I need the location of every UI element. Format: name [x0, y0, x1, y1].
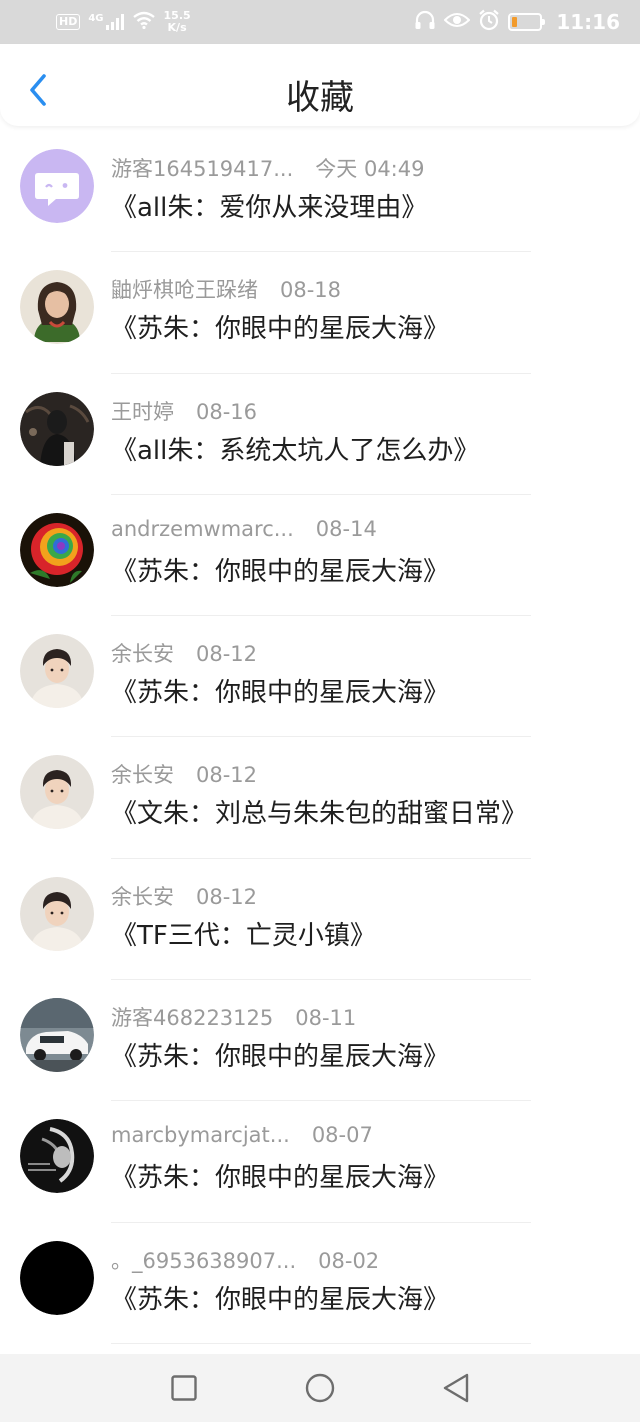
item-date: 08-18 [280, 278, 342, 303]
back-icon [443, 1373, 469, 1403]
battery-icon [508, 13, 546, 31]
author-name: 鼬烀棋呛王跺绪 [111, 278, 258, 303]
item-meta: 王时婷 08-16 [111, 396, 257, 426]
network-speed: 15.5 K/s [164, 10, 191, 34]
item-meta: 游客468223125 08-11 [111, 1002, 356, 1032]
item-title: 《TF三代：亡灵小镇》 [111, 920, 376, 951]
system-nav-bar [0, 1354, 640, 1422]
item-meta: 余长安 08-12 [111, 638, 257, 668]
avatar[interactable] [20, 391, 94, 466]
item-date: 08-07 [311, 1123, 373, 1148]
author-name: 余长安 [111, 884, 174, 909]
network-type: 4G [88, 13, 104, 24]
avatar[interactable] [20, 149, 94, 223]
list-item[interactable]: 余长安 08-12 《TF三代：亡灵小镇》 [0, 859, 640, 981]
status-right: 11:16 [414, 9, 620, 35]
list-item[interactable]: 游客164519417... 今天 04:49 《all朱：爱你从来没理由》 [0, 131, 640, 253]
item-date: 08-14 [315, 516, 377, 541]
item-title: 《苏朱：你眼中的星辰大海》 [111, 1042, 450, 1073]
avatar[interactable] [20, 998, 94, 1073]
item-date: 08-12 [196, 642, 258, 667]
author-name: andrzemwmarc... [111, 516, 294, 541]
list-item[interactable]: 余长安 08-12 《文朱：刘总与朱朱包的甜蜜日常》 [0, 737, 640, 859]
author-name: marcbymarcjat... [111, 1123, 290, 1148]
avatar[interactable] [20, 512, 94, 587]
item-title: 《苏朱：你眼中的星辰大海》 [111, 678, 450, 709]
author-name: 余长安 [111, 642, 174, 667]
list-item[interactable]: 王时婷 08-16 《all朱：系统太坑人了怎么办》 [0, 374, 640, 495]
avatar[interactable] [20, 270, 94, 345]
item-title: 《苏朱：你眼中的星辰大海》 [111, 556, 450, 587]
battery-level [512, 17, 518, 27]
author-name: 余长安 [111, 763, 174, 788]
network-speed-unit: K/s [167, 21, 187, 34]
item-title: 《苏朱：你眼中的星辰大海》 [111, 1163, 450, 1194]
author-name: 王时婷 [111, 399, 174, 424]
item-title: 《all朱：爱你从来没理由》 [111, 193, 428, 223]
item-date: 08-02 [318, 1248, 380, 1273]
app-header: 收藏 [0, 44, 640, 126]
item-meta: 游客164519417... 今天 04:49 [111, 153, 424, 183]
wifi-icon [132, 11, 156, 33]
avatar[interactable] [20, 755, 94, 830]
home-icon [305, 1373, 335, 1403]
favorites-list: 游客164519417... 今天 04:49 《all朱：爱你从来没理由》 鼬… [0, 131, 640, 1344]
avatar[interactable] [20, 1119, 94, 1194]
recent-apps-icon [171, 1375, 197, 1401]
list-item[interactable]: 。_6953638907... 08-02 《苏朱：你眼中的星辰大海》 [0, 1223, 640, 1344]
item-date: 今天 04:49 [315, 157, 425, 181]
alarm-icon [478, 9, 500, 35]
item-title: 《文朱：刘总与朱朱包的甜蜜日常》 [111, 799, 528, 830]
item-meta: 。_6953638907... 08-02 [111, 1245, 379, 1275]
item-meta: 鼬烀棋呛王跺绪 08-18 [111, 274, 341, 304]
avatar[interactable] [20, 1240, 94, 1315]
item-date: 08-12 [196, 884, 258, 909]
item-date: 08-12 [196, 763, 258, 788]
item-title: 《苏朱：你眼中的星辰大海》 [111, 314, 450, 345]
recent-apps-button[interactable] [162, 1366, 206, 1410]
item-title: 《all朱：系统太坑人了怎么办》 [111, 435, 480, 466]
author-name: 。_6953638907... [111, 1248, 297, 1273]
item-date: 08-16 [196, 399, 258, 424]
signal-icon: 4G [88, 13, 124, 30]
home-button[interactable] [298, 1366, 342, 1410]
avatar[interactable] [20, 876, 94, 951]
item-meta: marcbymarcjat... 08-07 [111, 1123, 373, 1147]
status-bar: HD 4G 15.5 K/s 11:16 [0, 0, 640, 44]
item-date: 08-11 [295, 1006, 357, 1031]
nav-back-button[interactable] [434, 1366, 478, 1410]
clock: 11:16 [556, 10, 620, 34]
list-item[interactable]: 余长安 08-12 《苏朱：你眼中的星辰大海》 [0, 616, 640, 738]
author-name: 游客164519417... [111, 157, 294, 181]
list-item[interactable]: 鼬烀棋呛王跺绪 08-18 《苏朱：你眼中的星辰大海》 [0, 252, 640, 374]
page-title: 收藏 [286, 78, 354, 118]
list-item[interactable]: andrzemwmarc... 08-14 《苏朱：你眼中的星辰大海》 [0, 495, 640, 617]
divider [111, 1342, 531, 1344]
author-name: 游客468223125 [111, 1006, 274, 1031]
headphones-icon [414, 10, 436, 34]
avatar[interactable] [20, 634, 94, 709]
hd-icon: HD [56, 14, 81, 30]
item-meta: 余长安 08-12 [111, 881, 257, 911]
item-title: 《苏朱：你眼中的星辰大海》 [111, 1284, 450, 1315]
item-meta: 余长安 08-12 [111, 759, 257, 789]
eye-icon [443, 11, 471, 33]
item-meta: andrzemwmarc... 08-14 [111, 517, 377, 541]
status-left: HD 4G 15.5 K/s [56, 10, 191, 34]
list-item[interactable]: 游客468223125 08-11 《苏朱：你眼中的星辰大海》 [0, 980, 640, 1102]
list-item[interactable]: marcbymarcjat... 08-07 《苏朱：你眼中的星辰大海》 [0, 1101, 640, 1223]
